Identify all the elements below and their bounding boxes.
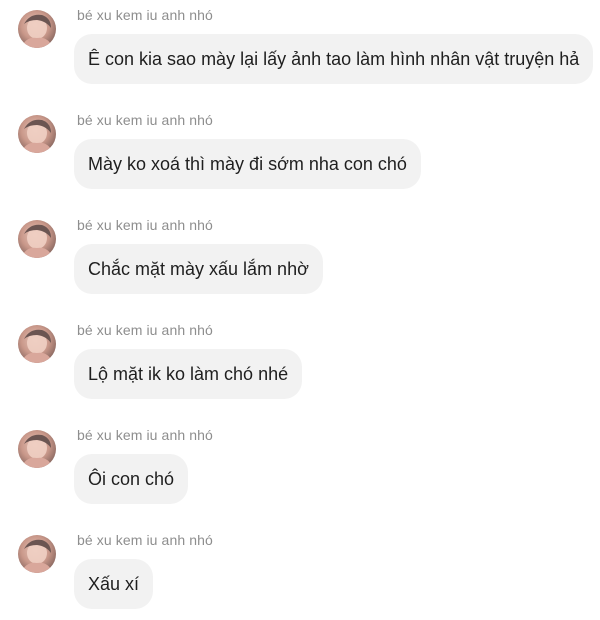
message-bubble[interactable]: Mày ko xoá thì mày đi sớm nha con chó — [74, 139, 421, 189]
profile-photo-icon — [21, 14, 53, 48]
avatar[interactable] — [18, 115, 56, 153]
avatar[interactable] — [18, 10, 56, 48]
message-row: bé xu kem iu anh nhó Chắc mặt mày xấu lắ… — [0, 210, 600, 300]
message-bubble[interactable]: Ê con kia sao mày lại lấy ảnh tao làm hì… — [74, 34, 594, 84]
avatar[interactable] — [18, 535, 56, 573]
message-bubble[interactable]: Chắc mặt mày xấu lắm nhờ — [74, 244, 323, 294]
sender-name: bé xu kem iu anh nhó — [77, 217, 213, 233]
message-row: bé xu kem iu anh nhó Xấu xí — [0, 525, 600, 615]
profile-photo-icon — [21, 329, 53, 363]
sender-name: bé xu kem iu anh nhó — [77, 427, 213, 443]
message-row: bé xu kem iu anh nhó Ê con kia sao mày l… — [0, 0, 600, 90]
message-row: bé xu kem iu anh nhó Ôi con chó — [0, 420, 600, 510]
sender-name: bé xu kem iu anh nhó — [77, 112, 213, 128]
profile-photo-icon — [21, 539, 53, 573]
profile-photo-icon — [21, 119, 53, 153]
message-bubble[interactable]: Xấu xí — [74, 559, 154, 609]
message-bubble[interactable]: Ôi con chó — [74, 454, 189, 504]
avatar[interactable] — [18, 220, 56, 258]
message-row: bé xu kem iu anh nhó Lộ mặt ik ko làm ch… — [0, 315, 600, 405]
chat-thread: bé xu kem iu anh nhó Ê con kia sao mày l… — [0, 0, 600, 620]
avatar[interactable] — [18, 430, 56, 468]
sender-name: bé xu kem iu anh nhó — [77, 532, 213, 548]
profile-photo-icon — [21, 434, 53, 468]
message-bubble[interactable]: Lộ mặt ik ko làm chó nhé — [74, 349, 303, 399]
sender-name: bé xu kem iu anh nhó — [77, 322, 213, 338]
sender-name: bé xu kem iu anh nhó — [77, 7, 213, 23]
message-row: bé xu kem iu anh nhó Mày ko xoá thì mày … — [0, 105, 600, 195]
profile-photo-icon — [21, 224, 53, 258]
avatar[interactable] — [18, 325, 56, 363]
